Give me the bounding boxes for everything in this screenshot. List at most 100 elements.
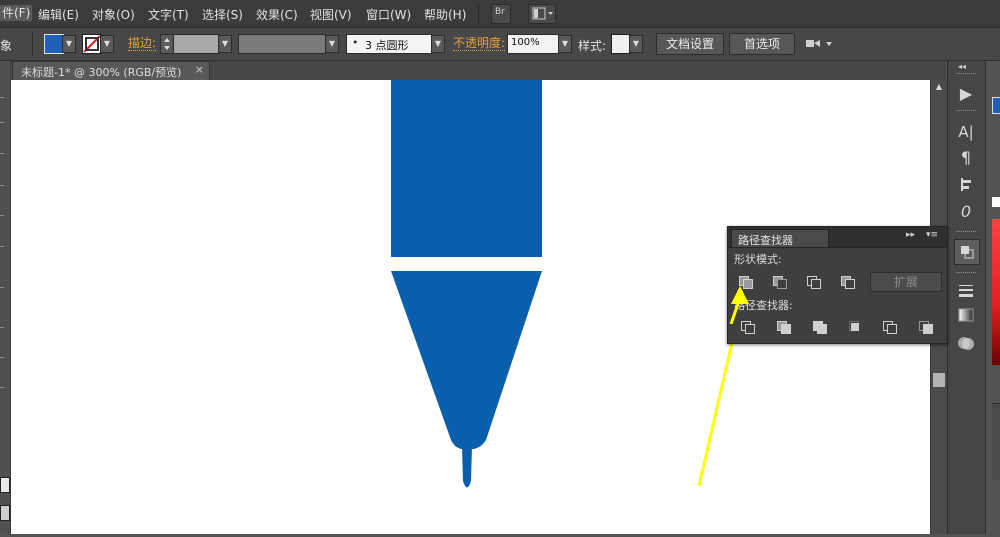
stroke-weight-stepper[interactable] <box>160 34 174 54</box>
document-setup-button[interactable]: 文档设置 <box>656 33 724 55</box>
dock-grip[interactable] <box>956 110 976 114</box>
secondary-dock <box>985 61 1000 534</box>
tool-tick <box>0 287 4 288</box>
fill-dropdown[interactable]: ▼ <box>62 35 76 53</box>
dock-collapse-icon[interactable]: ◂◂ <box>958 62 966 71</box>
outline-icon[interactable] <box>882 320 898 334</box>
layers-strip[interactable] <box>992 403 1000 480</box>
graphic-style-swatch[interactable] <box>611 34 631 54</box>
graphic-style-dropdown[interactable]: ▼ <box>629 35 643 53</box>
intersect-icon[interactable] <box>806 275 822 289</box>
tool-tick <box>0 387 4 388</box>
document-tab[interactable]: 未标题-1* @ 300% (RGB/预览) × <box>12 61 210 81</box>
character-icon[interactable]: A| <box>954 120 978 144</box>
no-stroke-icon <box>83 35 101 53</box>
menu-window[interactable]: 窗口(W) <box>366 6 411 23</box>
brush-dropdown[interactable]: ▼ <box>431 35 445 53</box>
annotation-arrow-head <box>729 286 749 324</box>
opacity-value: 100% <box>511 37 540 48</box>
scroll-thumb[interactable] <box>933 373 945 387</box>
control-bar: 象 ▼ ▼ 描边: ▼ ▼ • 3 点圆形 ▼ 不透明度: 100% ▼ 样式:… <box>0 28 1000 61</box>
brush-label: 3 点圆形 <box>365 39 409 52</box>
dock-grip[interactable] <box>956 272 976 276</box>
stroke-swatch[interactable] <box>82 34 102 54</box>
panel-menu-icon[interactable]: ▾≡ <box>926 230 938 240</box>
pathfinder-dock-icon[interactable] <box>954 239 980 265</box>
pen-tip-shape[interactable] <box>462 446 472 488</box>
tool-tick <box>0 357 4 358</box>
collapse-panel-icon[interactable]: ▸▸ <box>906 230 915 240</box>
play-icon[interactable]: ▶ <box>954 82 978 106</box>
dock-grip[interactable] <box>956 73 976 77</box>
tool-tick <box>0 327 4 328</box>
color-mode-stub[interactable] <box>0 477 10 493</box>
stroke-panel-icon[interactable] <box>954 278 978 302</box>
brush-definition[interactable]: • 3 点圆形 <box>346 34 432 54</box>
color-spectrum[interactable] <box>992 219 1000 365</box>
pen-cone-triangle[interactable] <box>391 271 542 449</box>
stroke-weight-dropdown[interactable]: ▼ <box>218 35 232 53</box>
menu-select[interactable]: 选择(S) <box>202 6 243 23</box>
arrange-icon <box>532 7 553 20</box>
stepper-icon <box>164 38 170 50</box>
transparency-icon[interactable] <box>954 331 978 355</box>
menu-object[interactable]: 对象(O) <box>92 6 135 23</box>
opacity-panel-link[interactable]: 不透明度: <box>453 37 506 51</box>
panel-dock: ◂◂ ▶ A| ¶ 0 <box>947 61 985 534</box>
panel-options-button[interactable] <box>804 35 834 53</box>
tool-tick <box>0 153 4 154</box>
color-spectrum-none[interactable] <box>992 197 1000 207</box>
menu-view[interactable]: 视图(V) <box>310 6 352 23</box>
shape-modes-label: 形状模式: <box>734 253 782 266</box>
minus-front-icon[interactable] <box>772 275 788 289</box>
tool-tick <box>0 246 4 247</box>
color-swatch-strip[interactable] <box>992 97 1000 114</box>
close-icon[interactable]: × <box>195 63 204 76</box>
tools-panel-edge <box>0 61 11 534</box>
merge-icon[interactable] <box>812 320 828 334</box>
stroke-panel-link[interactable]: 描边: <box>128 37 157 51</box>
tool-tick <box>0 97 4 98</box>
pathfinder-header: 路径查找器 ▸▸ ▾≡ <box>728 227 947 248</box>
expand-button[interactable]: 扩展 <box>870 272 942 292</box>
scroll-up-icon[interactable]: ▲ <box>931 80 947 94</box>
menu-divider <box>478 4 479 24</box>
profile-dropdown[interactable]: ▼ <box>325 35 339 53</box>
fill-swatch[interactable] <box>44 34 64 54</box>
object-type-label: 象 <box>0 39 13 53</box>
menu-file[interactable]: 件(F) <box>0 5 33 21</box>
pen-body-rectangle[interactable] <box>391 80 542 257</box>
opacity-field[interactable]: 100% <box>507 34 559 54</box>
bridge-button[interactable]: Br <box>491 4 511 24</box>
align-icon[interactable] <box>954 172 978 196</box>
menu-effect[interactable]: 效果(C) <box>256 6 298 23</box>
tool-tick <box>0 215 4 216</box>
menu-help[interactable]: 帮助(H) <box>424 6 466 23</box>
arrange-documents-button[interactable] <box>528 4 556 24</box>
exclude-icon[interactable] <box>840 275 856 289</box>
variable-width-profile[interactable] <box>238 34 326 54</box>
pathfinder-title: 路径查找器 <box>738 234 793 247</box>
graphic-style-label: 样式: <box>578 39 607 53</box>
stroke-weight-field[interactable] <box>173 34 219 54</box>
gradient-icon[interactable] <box>954 303 978 327</box>
trim-icon[interactable] <box>776 320 792 334</box>
menu-edit[interactable]: 编辑(E) <box>38 6 79 23</box>
ctl-divider <box>32 32 33 56</box>
pathfinder-tab[interactable]: 路径查找器 <box>731 229 829 247</box>
paragraph-icon[interactable]: ¶ <box>954 146 978 170</box>
opacity-dropdown[interactable]: ▼ <box>558 35 572 53</box>
crop-icon[interactable] <box>848 320 864 334</box>
panel-options-icon <box>806 40 832 47</box>
brush-dot: • <box>352 36 359 49</box>
preferences-button[interactable]: 首选项 <box>729 33 795 55</box>
menu-type[interactable]: 文字(T) <box>148 6 189 23</box>
dock-grip[interactable] <box>956 231 976 235</box>
glyphs-icon[interactable]: 0 <box>954 200 978 224</box>
minus-back-icon[interactable] <box>918 320 934 334</box>
stroke-dropdown[interactable]: ▼ <box>100 35 114 53</box>
screen-mode-stub[interactable] <box>0 505 10 521</box>
pathfinder-panel: 路径查找器 ▸▸ ▾≡ 形状模式: 扩展 路径查找器: <box>727 226 948 344</box>
tool-tick <box>0 122 4 123</box>
menu-bar: 件(F) 编辑(E) 对象(O) 文字(T) 选择(S) 效果(C) 视图(V)… <box>0 0 1000 28</box>
